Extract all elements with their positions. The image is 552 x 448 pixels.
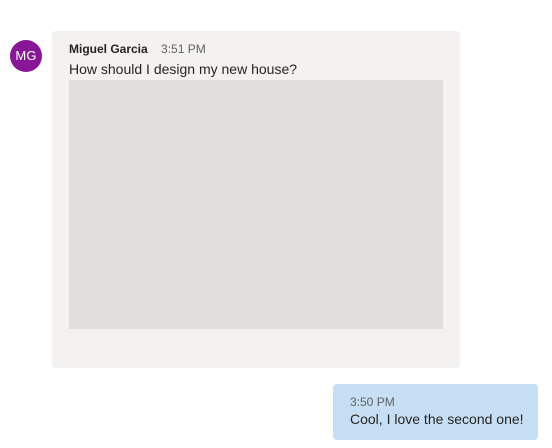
- incoming-message[interactable]: Miguel Garcia 3:51 PM How should I desig…: [52, 31, 460, 368]
- message-header: Miguel Garcia 3:51 PM: [69, 41, 206, 57]
- message-text: Cool, I love the second one!: [350, 411, 524, 427]
- sender-name[interactable]: Miguel Garcia: [69, 42, 148, 56]
- avatar-initials: MG: [15, 48, 37, 63]
- image-attachment[interactable]: [69, 80, 443, 329]
- message-timestamp: 3:51 PM: [161, 42, 206, 56]
- message-timestamp: 3:50 PM: [350, 395, 395, 409]
- outgoing-message[interactable]: 3:50 PM Cool, I love the second one!: [333, 384, 538, 440]
- message-text: How should I design my new house?: [69, 61, 298, 77]
- chat-thread: MG Miguel Garcia 3:51 PM How should I de…: [0, 0, 552, 448]
- avatar[interactable]: MG: [10, 40, 42, 72]
